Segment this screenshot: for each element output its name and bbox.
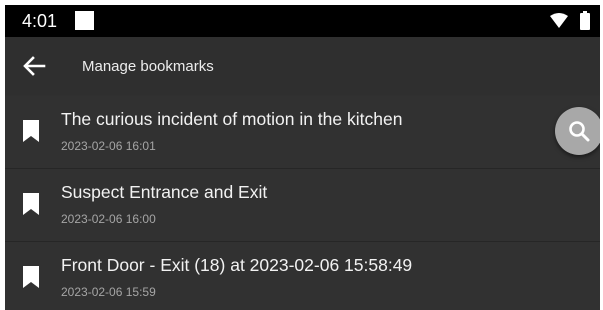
bookmark-icon (22, 119, 40, 143)
square-notification-icon (75, 11, 94, 30)
search-icon (569, 121, 590, 142)
manage-bookmarks-screen: 4:01 Manage bookmarks The curious incide… (5, 5, 600, 310)
bookmark-item[interactable]: Front Door - Exit (18) at 2023-02-06 15:… (5, 241, 600, 310)
bookmark-timestamp: 2023-02-06 16:00 (61, 212, 156, 226)
bookmark-icon (22, 192, 40, 216)
bookmark-title: Front Door - Exit (18) at 2023-02-06 15:… (61, 255, 413, 275)
bookmark-title: The curious incident of motion in the ki… (61, 109, 403, 129)
arrow-back-icon[interactable] (19, 51, 49, 81)
bookmark-timestamp: 2023-02-06 16:01 (61, 139, 156, 153)
search-button[interactable] (555, 107, 600, 155)
page-title: Manage bookmarks (82, 58, 214, 75)
bookmark-item[interactable]: Suspect Entrance and Exit 2023-02-06 16:… (5, 168, 600, 241)
bookmark-title: Suspect Entrance and Exit (61, 182, 268, 202)
bookmark-list: The curious incident of motion in the ki… (5, 96, 600, 310)
battery-icon (580, 11, 590, 35)
status-time: 4:01 (22, 11, 58, 31)
bookmark-timestamp: 2023-02-06 15:59 (61, 285, 156, 299)
wifi-icon (550, 13, 568, 33)
bookmark-icon (22, 265, 40, 289)
bookmark-item[interactable]: The curious incident of motion in the ki… (5, 96, 600, 168)
status-bar: 4:01 (5, 5, 600, 37)
app-bar: Manage bookmarks (5, 37, 600, 95)
